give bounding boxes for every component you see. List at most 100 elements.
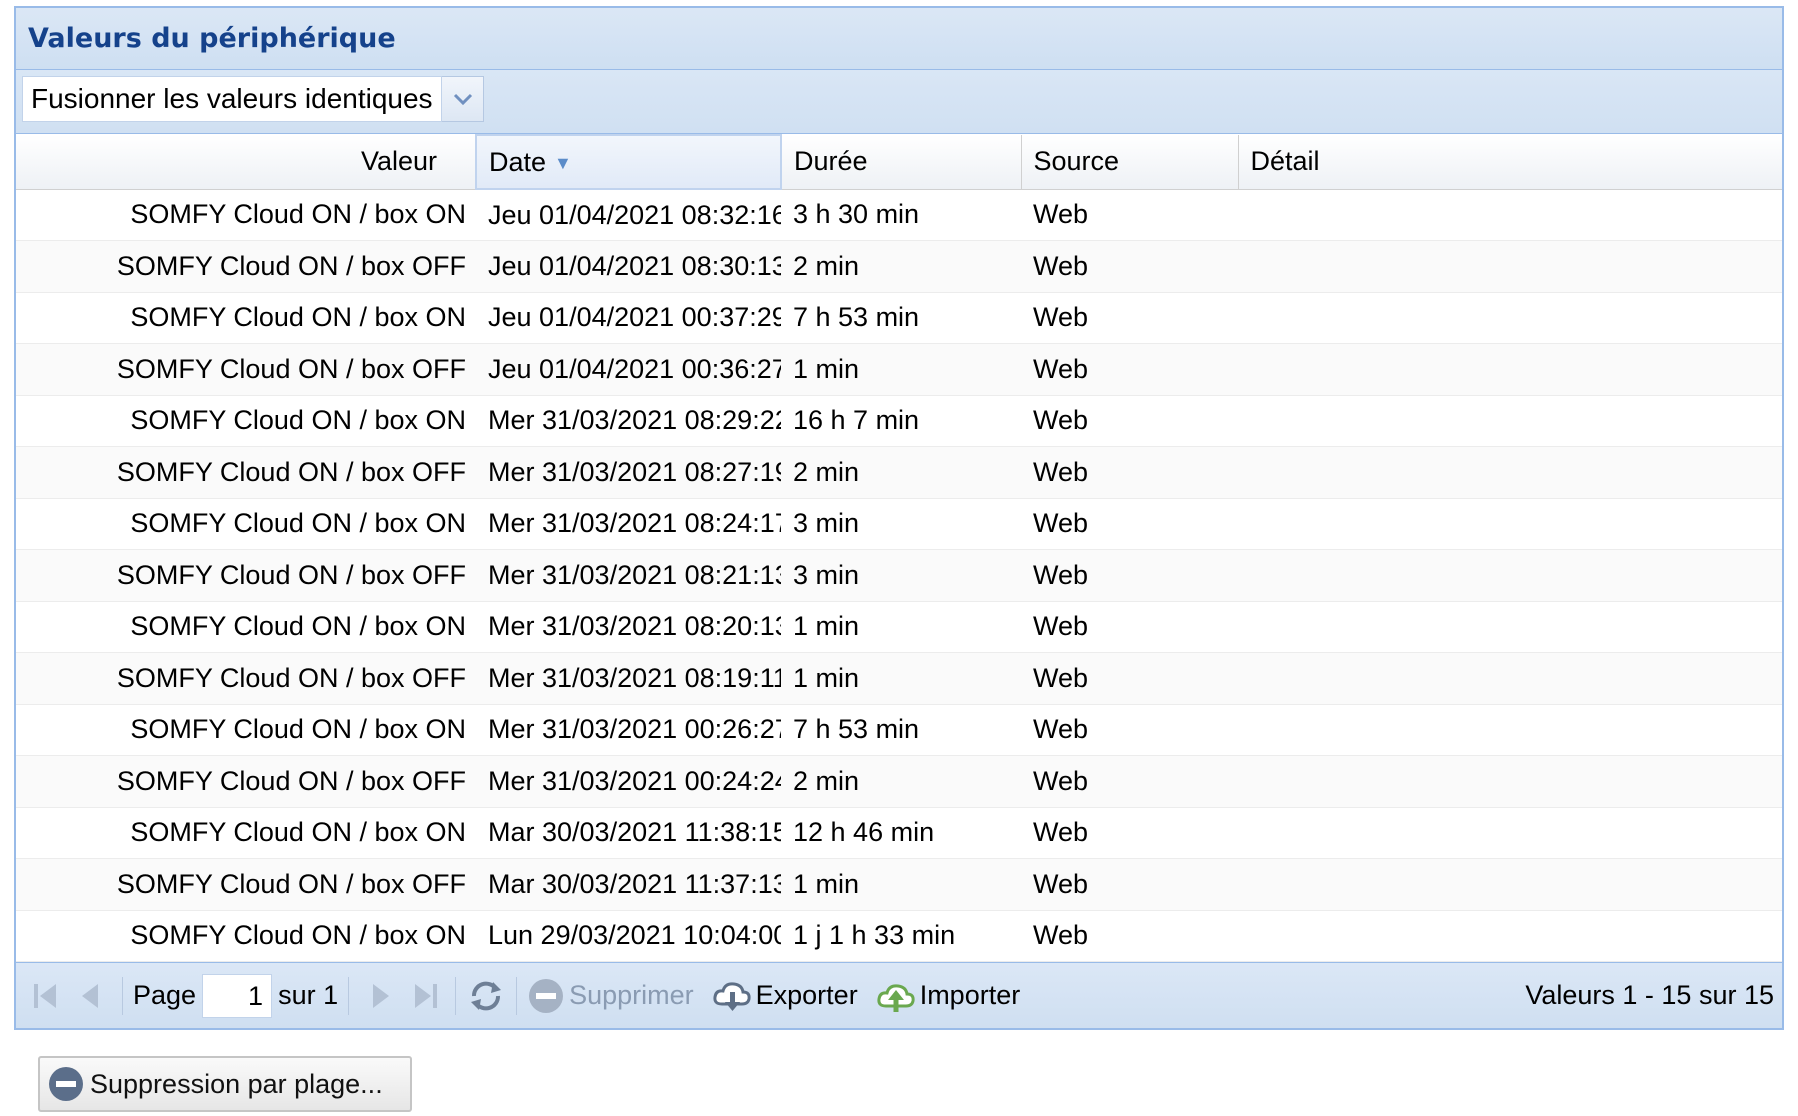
next-page-button[interactable] <box>369 980 393 1012</box>
cell-detail <box>1238 601 1782 653</box>
cell-detail <box>1238 858 1782 911</box>
table-row[interactable]: SOMFY Cloud ON / box OFF Mer 31/03/2021 0… <box>16 652 1782 705</box>
toolbar-separator <box>348 976 350 1015</box>
cell-duree: 1 min <box>781 601 1021 653</box>
first-page-button[interactable] <box>30 980 60 1012</box>
cell-source: Web <box>1021 343 1238 396</box>
cell-detail <box>1238 704 1782 756</box>
cell-valeur: SOMFY Cloud ON / box ON <box>16 189 476 241</box>
cell-duree: 7 h 53 min <box>781 292 1021 344</box>
column-header-source[interactable]: Source <box>1021 135 1239 190</box>
cell-valeur: SOMFY Cloud ON / box ON <box>16 601 476 653</box>
cell-date: Lun 29/03/2021 10:04:00 <box>476 910 781 962</box>
cell-source: Web <box>1021 858 1238 911</box>
grid-toolbar: Fusionner les valeurs identiques <box>16 70 1782 134</box>
chevron-down-icon <box>453 93 472 106</box>
cell-date: Mar 30/03/2021 11:37:13 <box>476 858 781 911</box>
cloud-download-icon <box>713 981 751 1011</box>
table-row[interactable]: SOMFY Cloud ON / box OFF Mer 31/03/2021 0… <box>16 446 1782 499</box>
cell-date: Mer 31/03/2021 00:26:27 <box>476 704 781 756</box>
table-row[interactable]: SOMFY Cloud ON / box ON Lun 29/03/2021 10… <box>16 910 1782 962</box>
table-row[interactable]: SOMFY Cloud ON / box OFF Mer 31/03/2021 0… <box>16 549 1782 602</box>
cell-duree: 2 min <box>781 446 1021 499</box>
last-page-button[interactable] <box>411 980 441 1012</box>
table-row[interactable]: SOMFY Cloud ON / box OFF Mer 31/03/2021 0… <box>16 755 1782 808</box>
cell-source: Web <box>1021 910 1238 962</box>
cell-date: Mer 31/03/2021 08:29:22 <box>476 395 781 447</box>
cell-detail <box>1238 498 1782 550</box>
cell-duree: 2 min <box>781 755 1021 808</box>
cell-source: Web <box>1021 652 1238 705</box>
cell-valeur: SOMFY Cloud ON / box OFF <box>16 549 476 602</box>
prev-page-button[interactable] <box>78 980 102 1012</box>
prev-page-icon <box>82 983 98 1008</box>
table-row[interactable]: SOMFY Cloud ON / box ON Mer 31/03/2021 08… <box>16 601 1782 653</box>
cell-valeur: SOMFY Cloud ON / box ON <box>16 704 476 756</box>
table-row[interactable]: SOMFY Cloud ON / box ON Jeu 01/04/2021 08… <box>16 189 1782 241</box>
table-row[interactable]: SOMFY Cloud ON / box OFF Mar 30/03/2021 1… <box>16 858 1782 911</box>
cell-valeur: SOMFY Cloud ON / box ON <box>16 292 476 344</box>
cloud-upload-icon <box>877 983 915 1012</box>
table-row[interactable]: SOMFY Cloud ON / box OFF Jeu 01/04/2021 0… <box>16 343 1782 396</box>
cell-valeur: SOMFY Cloud ON / box ON <box>16 910 476 962</box>
minus-circle-icon <box>49 1067 83 1101</box>
cell-source: Web <box>1021 601 1238 653</box>
cell-duree: 16 h 7 min <box>781 395 1021 447</box>
table-row[interactable]: SOMFY Cloud ON / box ON Jeu 01/04/2021 00… <box>16 292 1782 344</box>
cell-detail <box>1238 446 1782 499</box>
toolbar-separator <box>516 976 518 1015</box>
device-values-panel: Valeurs du périphérique Fusionner les va… <box>14 6 1784 1030</box>
column-header-valeur[interactable]: Valeur <box>16 135 477 190</box>
toolbar-separator <box>455 976 457 1015</box>
cell-valeur: SOMFY Cloud ON / box ON <box>16 807 476 859</box>
cell-source: Web <box>1021 755 1238 808</box>
cell-date: Mer 31/03/2021 08:27:19 <box>476 446 781 499</box>
cell-valeur: SOMFY Cloud ON / box ON <box>16 498 476 550</box>
cell-duree: 1 min <box>781 343 1021 396</box>
column-header-detail[interactable]: Détail <box>1238 135 1782 190</box>
cell-source: Web <box>1021 240 1238 293</box>
cell-detail <box>1238 240 1782 293</box>
next-page-icon <box>373 983 390 1008</box>
cell-detail <box>1238 652 1782 705</box>
refresh-button[interactable] <box>466 978 506 1014</box>
cell-source: Web <box>1021 446 1238 499</box>
cell-source: Web <box>1021 395 1238 447</box>
cell-duree: 7 h 53 min <box>781 704 1021 756</box>
cell-detail <box>1238 343 1782 396</box>
refresh-icon <box>471 981 502 1010</box>
cell-detail <box>1238 549 1782 602</box>
export-button-label: Exporter <box>755 980 858 1010</box>
range-delete-button[interactable]: Suppression par plage... <box>38 1056 412 1112</box>
export-button[interactable]: Exporter <box>712 978 858 1014</box>
cell-detail <box>1238 807 1782 859</box>
page-number-input[interactable]: 1 <box>202 973 273 1018</box>
toolbar-separator <box>122 976 123 1015</box>
cell-valeur: SOMFY Cloud ON / box OFF <box>16 343 476 396</box>
cell-date: Mer 31/03/2021 08:19:11 <box>476 652 781 705</box>
merge-values-combo[interactable]: Fusionner les valeurs identiques <box>22 76 492 122</box>
column-header-date[interactable]: Date ▼ <box>475 134 782 190</box>
table-row[interactable]: SOMFY Cloud ON / box ON Mer 31/03/2021 08… <box>16 395 1782 447</box>
cell-duree: 3 min <box>781 498 1021 550</box>
merge-values-combo-input[interactable]: Fusionner les valeurs identiques <box>22 76 442 122</box>
cell-duree: 1 j 1 h 33 min <box>781 910 1021 962</box>
import-button[interactable]: Importer <box>876 978 1021 1014</box>
table-row[interactable]: SOMFY Cloud ON / box ON Mar 30/03/2021 11… <box>16 807 1782 859</box>
table-row[interactable]: SOMFY Cloud ON / box OFF Jeu 01/04/2021 0… <box>16 240 1782 293</box>
delete-button-label: Supprimer <box>569 980 694 1010</box>
cell-valeur: SOMFY Cloud ON / box OFF <box>16 446 476 499</box>
grid-body: SOMFY Cloud ON / box ON Jeu 01/04/2021 08… <box>16 189 1782 962</box>
delete-button[interactable]: Supprimer <box>527 977 694 1015</box>
column-header-duree[interactable]: Durée <box>781 135 1022 190</box>
table-row[interactable]: SOMFY Cloud ON / box ON Mer 31/03/2021 08… <box>16 498 1782 550</box>
cell-date: Mer 31/03/2021 08:24:17 <box>476 498 781 550</box>
import-button-label: Importer <box>919 980 1021 1010</box>
cell-source: Web <box>1021 498 1238 550</box>
cell-valeur: SOMFY Cloud ON / box ON <box>16 395 476 447</box>
table-row[interactable]: SOMFY Cloud ON / box ON Mer 31/03/2021 00… <box>16 704 1782 756</box>
cell-date: Mer 31/03/2021 08:20:13 <box>476 601 781 653</box>
cell-date: Mar 30/03/2021 11:38:15 <box>476 807 781 859</box>
merge-values-combo-trigger[interactable] <box>442 76 484 122</box>
values-grid: Valeur Date ▼ Durée Source Détail SOMFY C… <box>16 134 1782 962</box>
